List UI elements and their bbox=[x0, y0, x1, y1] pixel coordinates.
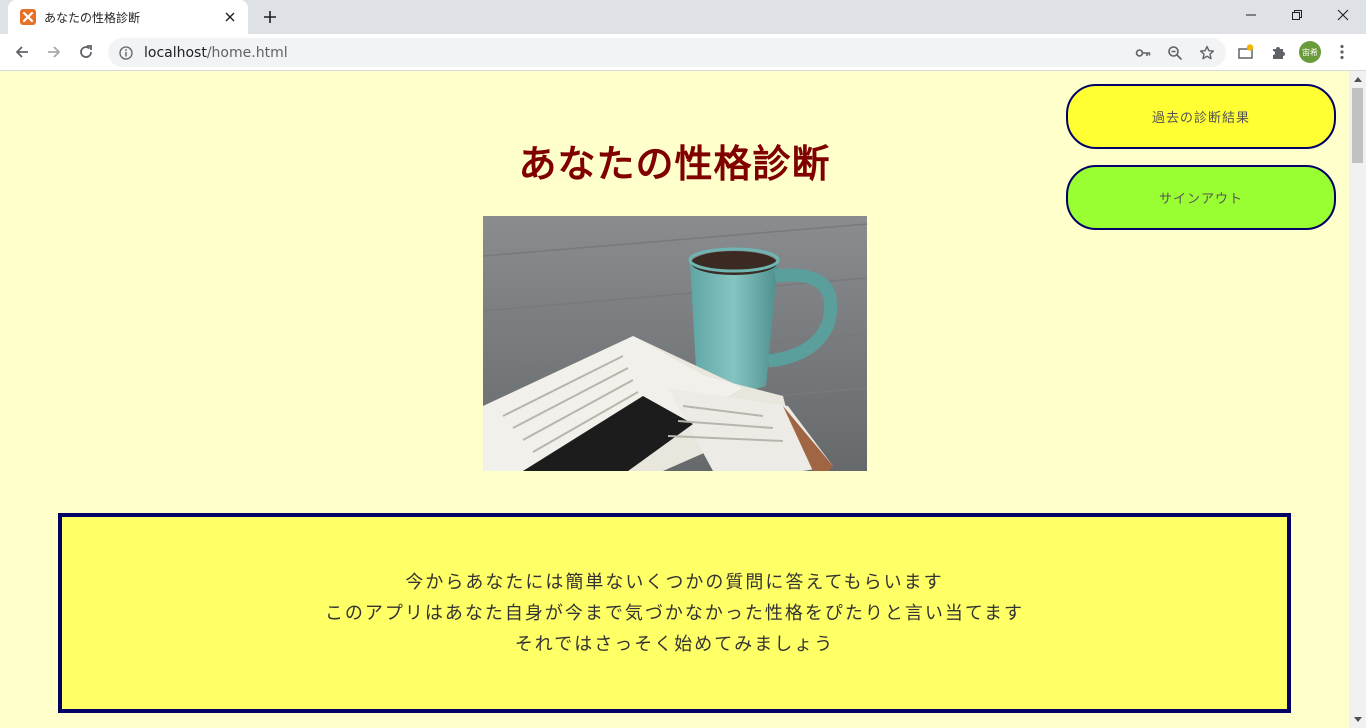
address-bar[interactable]: localhost/home.html bbox=[108, 38, 1226, 67]
intro-line: それではさっそく始めてみましょう bbox=[514, 633, 835, 655]
window-controls bbox=[1228, 0, 1366, 30]
tab-close-icon[interactable] bbox=[222, 9, 238, 25]
coffee-book-photo-icon bbox=[483, 216, 867, 471]
scroll-up-arrow-icon[interactable] bbox=[1349, 71, 1366, 87]
key-icon[interactable] bbox=[1132, 42, 1154, 64]
zoom-icon[interactable] bbox=[1164, 42, 1186, 64]
sign-out-button[interactable]: サインアウト bbox=[1066, 165, 1336, 230]
vertical-scrollbar[interactable] bbox=[1349, 71, 1366, 728]
reload-icon bbox=[80, 45, 92, 58]
profile-button[interactable]: 宙希 bbox=[1297, 38, 1323, 66]
close-icon bbox=[1337, 9, 1349, 21]
minimize-button[interactable] bbox=[1228, 0, 1274, 30]
forward-button[interactable] bbox=[40, 38, 68, 66]
back-button[interactable] bbox=[8, 38, 36, 66]
intro-box: 今からあなたには簡単ないくつかの質問に答えてもらいます このアプリはあなた自身が… bbox=[58, 513, 1291, 713]
browser-tab[interactable]: あなたの性格診断 bbox=[8, 0, 248, 34]
close-window-button[interactable] bbox=[1320, 0, 1366, 30]
reload-button[interactable] bbox=[72, 38, 100, 66]
tab-title: あなたの性格診断 bbox=[44, 10, 141, 25]
bookmark-star-icon[interactable] bbox=[1196, 42, 1218, 64]
intro-line: 今からあなたには簡単ないくつかの質問に答えてもらいます bbox=[405, 571, 944, 593]
avatar: 宙希 bbox=[1299, 41, 1321, 63]
toolbar-actions: 宙希 bbox=[1233, 38, 1355, 66]
menu-kebab-icon[interactable] bbox=[1329, 38, 1355, 66]
extensions-puzzle-icon[interactable] bbox=[1265, 38, 1291, 66]
page-viewport: あなたの性格診断 過去の診断結果 サインアウト 今からあなたには簡単ないくつかの… bbox=[0, 71, 1349, 728]
tab-strip: あなたの性格診断 bbox=[0, 0, 1366, 34]
browser-toolbar: localhost/home.html 宙希 bbox=[0, 34, 1366, 71]
site-info-icon[interactable] bbox=[118, 45, 134, 61]
new-tab-button[interactable] bbox=[257, 5, 283, 29]
restore-icon bbox=[1292, 10, 1302, 20]
plus-icon bbox=[264, 11, 276, 23]
url-text: localhost/home.html bbox=[144, 44, 288, 61]
forward-arrow-icon bbox=[48, 46, 61, 58]
scrollbar-thumb[interactable] bbox=[1352, 88, 1363, 163]
scroll-down-arrow-icon[interactable] bbox=[1349, 712, 1366, 728]
past-results-button[interactable]: 過去の診断結果 bbox=[1066, 84, 1336, 149]
xampp-favicon-icon bbox=[20, 9, 36, 25]
restore-button[interactable] bbox=[1274, 0, 1320, 30]
hero-image bbox=[483, 216, 867, 471]
intro-line: このアプリはあなた自身が今まで気づかなかった性格をぴたりと言い当てます bbox=[324, 602, 1025, 624]
media-notification-icon[interactable] bbox=[1233, 38, 1259, 66]
back-arrow-icon bbox=[15, 46, 28, 58]
minimize-icon bbox=[1246, 14, 1256, 16]
